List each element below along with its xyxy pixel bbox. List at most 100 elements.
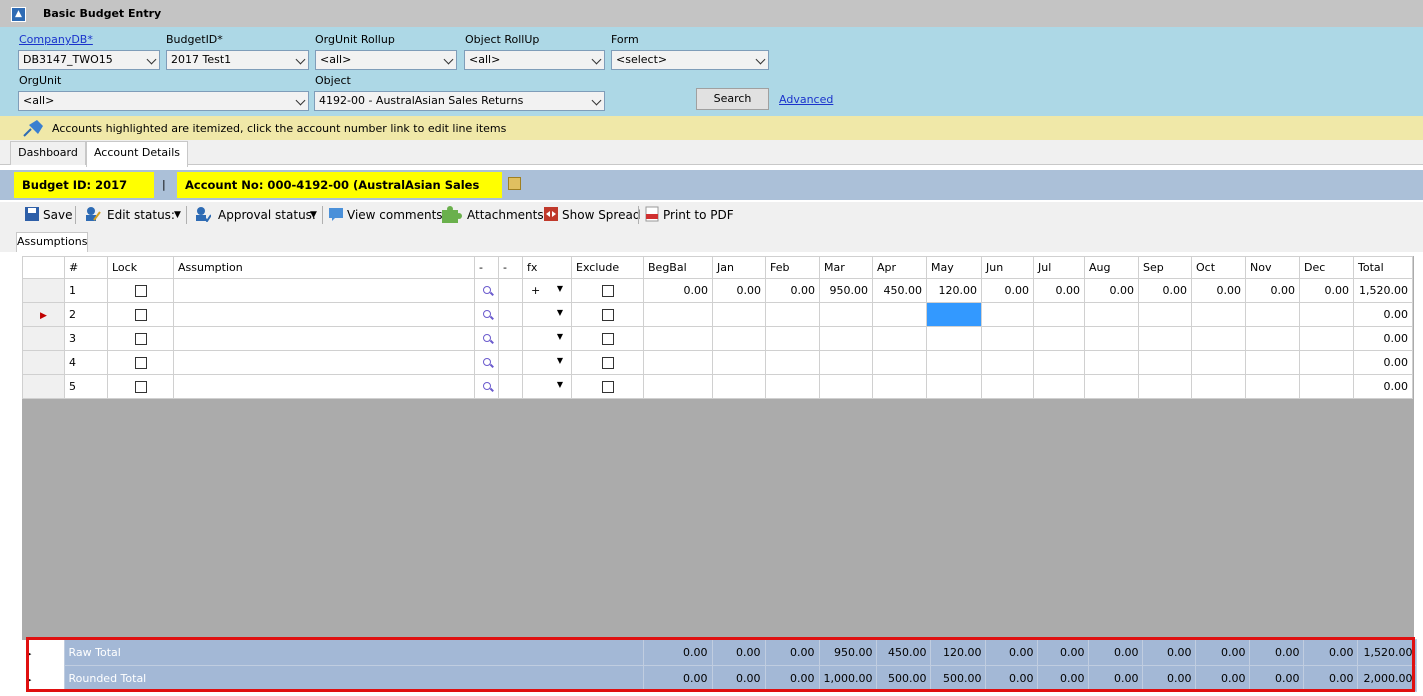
cell-total[interactable]: 0.00 (1353, 350, 1413, 375)
tab-assumptions[interactable]: Assumptions (16, 232, 88, 252)
col-header-aug[interactable]: Aug (1084, 256, 1139, 279)
col-header-total[interactable]: Total (1353, 256, 1413, 279)
cell-feb[interactable] (765, 374, 820, 399)
cell-total[interactable]: 0.00 (1353, 302, 1413, 327)
chevron-down-icon[interactable]: ▼ (557, 356, 563, 365)
cell-dec[interactable] (1299, 374, 1354, 399)
assumption-cell[interactable] (173, 350, 475, 375)
cell-mar[interactable] (819, 374, 873, 399)
cell-begbal[interactable] (643, 350, 713, 375)
cell-jan[interactable] (712, 326, 766, 351)
cell-oct[interactable] (1191, 374, 1246, 399)
search-button[interactable]: Search (696, 88, 769, 110)
cell-feb[interactable] (765, 350, 820, 375)
companydb-label[interactable]: CompanyDB* (19, 33, 93, 46)
companydb-select[interactable]: DB3147_TWO15 (18, 50, 160, 70)
cell-jul[interactable] (1033, 374, 1085, 399)
cell-jan[interactable] (712, 374, 766, 399)
cell-oct[interactable]: 0.00 (1191, 278, 1246, 303)
assumption-cell[interactable] (173, 326, 475, 351)
col-header-dec[interactable]: Dec (1299, 256, 1354, 279)
cell-aug[interactable]: 0.00 (1084, 278, 1139, 303)
cell-apr[interactable]: 450.00 (872, 278, 927, 303)
exclude-checkbox[interactable] (571, 302, 644, 327)
row-selector[interactable]: ▶ (22, 302, 65, 327)
collapse-icon[interactable]: ▲ (11, 7, 26, 22)
lock-checkbox[interactable] (107, 302, 174, 327)
cell-dec[interactable]: 0.00 (1299, 278, 1354, 303)
chevron-down-icon[interactable]: ▼ (557, 308, 563, 317)
cell-jun[interactable] (981, 326, 1034, 351)
cell-feb[interactable] (765, 326, 820, 351)
cell-mar[interactable] (819, 302, 873, 327)
cell-jul[interactable] (1033, 302, 1085, 327)
cell-feb[interactable]: 0.00 (765, 278, 820, 303)
cell-may[interactable] (926, 302, 982, 327)
cell-begbal[interactable] (643, 326, 713, 351)
lookup-cell[interactable] (474, 350, 499, 375)
col-header-mar[interactable]: Mar (819, 256, 873, 279)
lookup-cell[interactable] (474, 278, 499, 303)
cell-jun[interactable] (981, 374, 1034, 399)
advanced-link[interactable]: Advanced (779, 93, 833, 106)
col-header-sep[interactable]: Sep (1138, 256, 1192, 279)
col-header-oct[interactable]: Oct (1191, 256, 1246, 279)
cell-aug[interactable] (1084, 302, 1139, 327)
col-header-lock[interactable]: Lock (107, 256, 174, 279)
lookup-cell[interactable] (474, 302, 499, 327)
col-header-may[interactable]: May (926, 256, 982, 279)
col-header-jun[interactable]: Jun (981, 256, 1034, 279)
cell-jul[interactable] (1033, 326, 1085, 351)
lookup-cell[interactable] (474, 374, 499, 399)
fx-cell[interactable]: ▼ (522, 302, 572, 327)
cell-may[interactable] (926, 326, 982, 351)
col-header-jul[interactable]: Jul (1033, 256, 1085, 279)
table-row[interactable]: ▶ 2 ▼ 0.00 (22, 302, 1413, 327)
cell-mar[interactable] (819, 326, 873, 351)
tab-dashboard[interactable]: Dashboard (10, 141, 86, 165)
fx-cell[interactable]: + ▼ (522, 278, 572, 303)
cell-dec[interactable] (1299, 326, 1354, 351)
edit-status-button[interactable]: Edit status: (107, 208, 175, 222)
cell-apr[interactable] (872, 326, 927, 351)
cell-jun[interactable] (981, 302, 1034, 327)
col-header-exclude[interactable]: Exclude (571, 256, 644, 279)
cell-aug[interactable] (1084, 374, 1139, 399)
cell-may[interactable]: 120.00 (926, 278, 982, 303)
col-header-fx[interactable]: fx (522, 256, 572, 279)
fx-cell[interactable]: ▼ (522, 374, 572, 399)
cell-apr[interactable] (872, 374, 927, 399)
cell-total[interactable]: 1,520.00 (1353, 278, 1413, 303)
row-selector[interactable] (22, 326, 65, 351)
tab-account-details[interactable]: Account Details (86, 141, 188, 167)
lookup-cell[interactable] (474, 326, 499, 351)
cell-oct[interactable] (1191, 326, 1246, 351)
print-pdf-button[interactable]: Print to PDF (663, 208, 734, 222)
lock-checkbox[interactable] (107, 350, 174, 375)
chevron-down-icon[interactable]: ▼ (557, 284, 563, 293)
cell-oct[interactable] (1191, 302, 1246, 327)
col-header-dash[interactable]: - (474, 256, 499, 279)
col-header-dash[interactable]: - (498, 256, 523, 279)
assumption-cell[interactable] (173, 374, 475, 399)
cell-may[interactable] (926, 350, 982, 375)
col-header-begbal[interactable]: BegBal (643, 256, 713, 279)
lock-checkbox[interactable] (107, 326, 174, 351)
col-header-feb[interactable]: Feb (765, 256, 820, 279)
show-spread-button[interactable]: Show Spread (562, 208, 640, 222)
row-selector[interactable] (22, 350, 65, 375)
cell-oct[interactable] (1191, 350, 1246, 375)
cell-apr[interactable] (872, 350, 927, 375)
col-header-apr[interactable]: Apr (872, 256, 927, 279)
col-header-assumption[interactable]: Assumption (173, 256, 475, 279)
cell-mar[interactable] (819, 350, 873, 375)
fx-cell[interactable]: ▼ (522, 350, 572, 375)
cell-aug[interactable] (1084, 350, 1139, 375)
cell-begbal[interactable] (643, 374, 713, 399)
exclude-checkbox[interactable] (571, 350, 644, 375)
cell-dec[interactable] (1299, 350, 1354, 375)
assumption-cell[interactable] (173, 302, 475, 327)
table-row[interactable]: 3 ▼ 0.00 (22, 326, 1413, 351)
object-rollup-select[interactable]: <all> (464, 50, 605, 70)
assumption-cell[interactable] (173, 278, 475, 303)
